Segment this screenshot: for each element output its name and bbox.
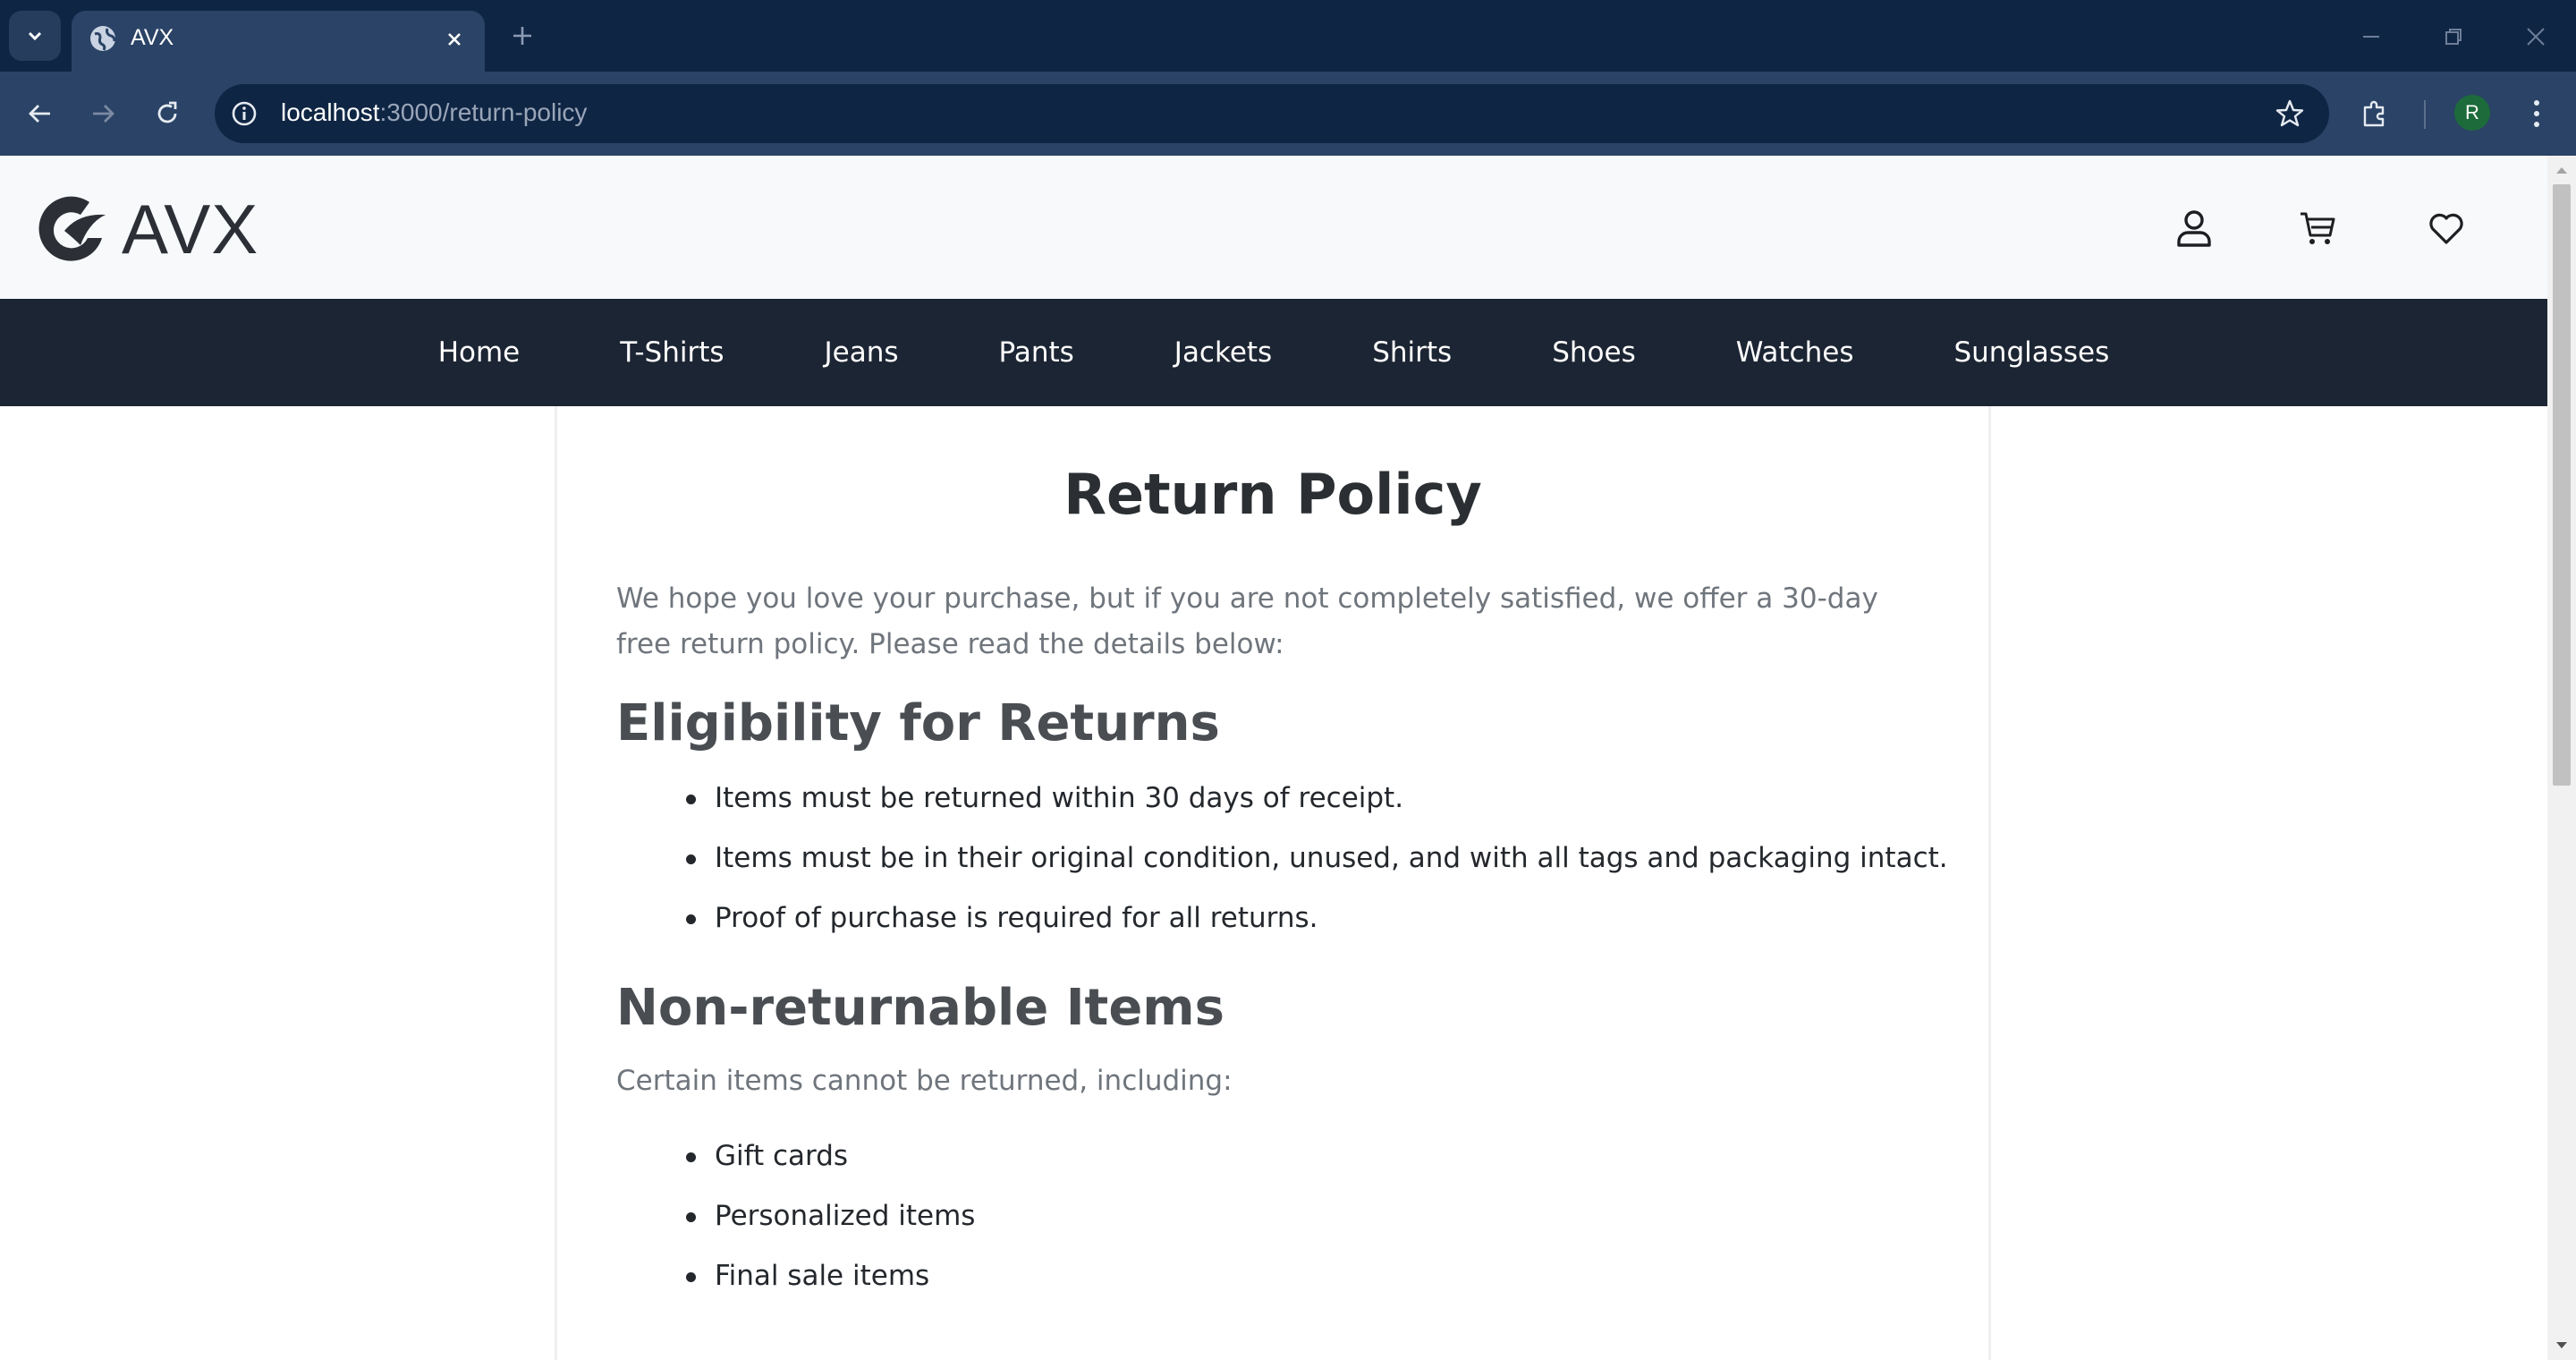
nav-sunglasses[interactable]: Sunglasses — [1953, 336, 2109, 369]
cart-button[interactable] — [2295, 206, 2340, 251]
arrow-right-icon — [93, 105, 114, 123]
close-window-button[interactable] — [2515, 16, 2556, 57]
minimize-icon — [2363, 36, 2379, 38]
eligibility-list: Items must be returned within 30 days of… — [686, 780, 1948, 960]
new-tab-button[interactable] — [504, 18, 540, 54]
globe-icon — [90, 26, 116, 51]
browser-menu-button[interactable] — [2519, 91, 2555, 136]
url-host: localhost — [281, 98, 380, 126]
list-item: Proof of purchase is required for all re… — [686, 900, 1948, 960]
browser-tab[interactable]: AVX — [72, 11, 485, 72]
restore-button[interactable] — [2433, 16, 2474, 57]
browser-toolbar: localhost:3000/return-policy R — [0, 72, 2576, 156]
minimize-button[interactable] — [2351, 16, 2392, 57]
intro-text: We hope you love your purchase, but if y… — [616, 582, 1878, 660]
close-icon — [448, 33, 461, 46]
reload-icon — [157, 101, 177, 123]
arrow-left-icon — [29, 105, 50, 123]
restore-icon — [2445, 29, 2462, 45]
list-item: Final sale items — [685, 1258, 975, 1318]
site-header: AVX — [0, 156, 2547, 299]
nav-jackets[interactable]: Jackets — [1174, 336, 1272, 369]
close-tab-button[interactable] — [438, 23, 470, 55]
browser-tabbar: AVX — [0, 0, 2576, 72]
non-returnable-heading: Non-returnable Items — [616, 979, 1224, 1037]
avx-logo-icon — [38, 196, 106, 261]
address-bar[interactable]: localhost:3000/return-policy — [215, 84, 2329, 143]
tab-search-button[interactable] — [9, 11, 61, 61]
star-icon — [2275, 99, 2304, 127]
url-path: :3000/return-policy — [379, 98, 588, 126]
site-info-icon[interactable] — [227, 97, 261, 131]
plus-icon — [513, 27, 531, 45]
tab-title: AVX — [131, 25, 174, 50]
category-nav: Home T-Shirts Jeans Pants Jackets Shirts… — [0, 299, 2547, 406]
puzzle-icon — [2363, 100, 2385, 127]
scroll-up-arrow[interactable] — [2555, 163, 2569, 177]
account-button[interactable] — [2172, 206, 2216, 251]
nav-watches[interactable]: Watches — [1736, 336, 1854, 369]
cart-icon — [2301, 212, 2335, 244]
chevron-down-icon — [28, 31, 42, 41]
reload-button[interactable] — [145, 91, 190, 136]
scrollbar-thumb[interactable] — [2553, 184, 2571, 786]
list-item: Personalized items — [685, 1198, 975, 1258]
nav-jeans[interactable]: Jeans — [825, 336, 899, 369]
nav-home[interactable]: Home — [438, 336, 521, 369]
triangle-down-icon — [2556, 1342, 2567, 1348]
wishlist-button[interactable] — [2424, 206, 2469, 251]
scroll-down-arrow[interactable] — [2555, 1339, 2569, 1353]
return-policy-card: Return Policy We hope you love your purc… — [555, 406, 1991, 1360]
more-vertical-icon — [2534, 100, 2539, 127]
logo-text: AVX — [122, 189, 259, 268]
triangle-up-icon — [2556, 167, 2567, 174]
extensions-button[interactable] — [2352, 91, 2397, 136]
page-scrollbar[interactable] — [2547, 156, 2576, 1360]
list-item: Gift cards — [685, 1138, 975, 1198]
page-title: Return Policy — [1063, 462, 1482, 527]
url-text: localhost:3000/return-policy — [281, 98, 587, 127]
heart-icon — [2429, 213, 2463, 244]
nav-pants[interactable]: Pants — [999, 336, 1074, 369]
close-icon — [2527, 28, 2545, 46]
eligibility-heading: Eligibility for Returns — [616, 694, 1220, 752]
profile-avatar[interactable]: R — [2454, 95, 2490, 131]
toolbar-separator — [2424, 100, 2426, 129]
nav-shirts[interactable]: Shirts — [1372, 336, 1452, 369]
back-button[interactable] — [18, 91, 63, 136]
non-returnable-intro: Certain items cannot be returned, includ… — [616, 1065, 1233, 1097]
site-logo[interactable]: AVX — [34, 189, 259, 268]
page-viewport: AVX Home T-Shirts Jeans Pants Jackets Sh… — [0, 156, 2547, 1360]
user-icon — [2177, 210, 2211, 247]
forward-button[interactable] — [80, 91, 125, 136]
nav-t-shirts[interactable]: T-Shirts — [620, 336, 724, 369]
list-item: Items must be returned within 30 days of… — [686, 780, 1948, 840]
info-icon — [232, 101, 257, 126]
non-returnable-list: Gift cards Personalized items Final sale… — [685, 1138, 975, 1318]
bookmark-button[interactable] — [2272, 96, 2308, 132]
list-item: Items must be in their original conditio… — [686, 840, 1948, 900]
nav-shoes[interactable]: Shoes — [1552, 336, 1636, 369]
